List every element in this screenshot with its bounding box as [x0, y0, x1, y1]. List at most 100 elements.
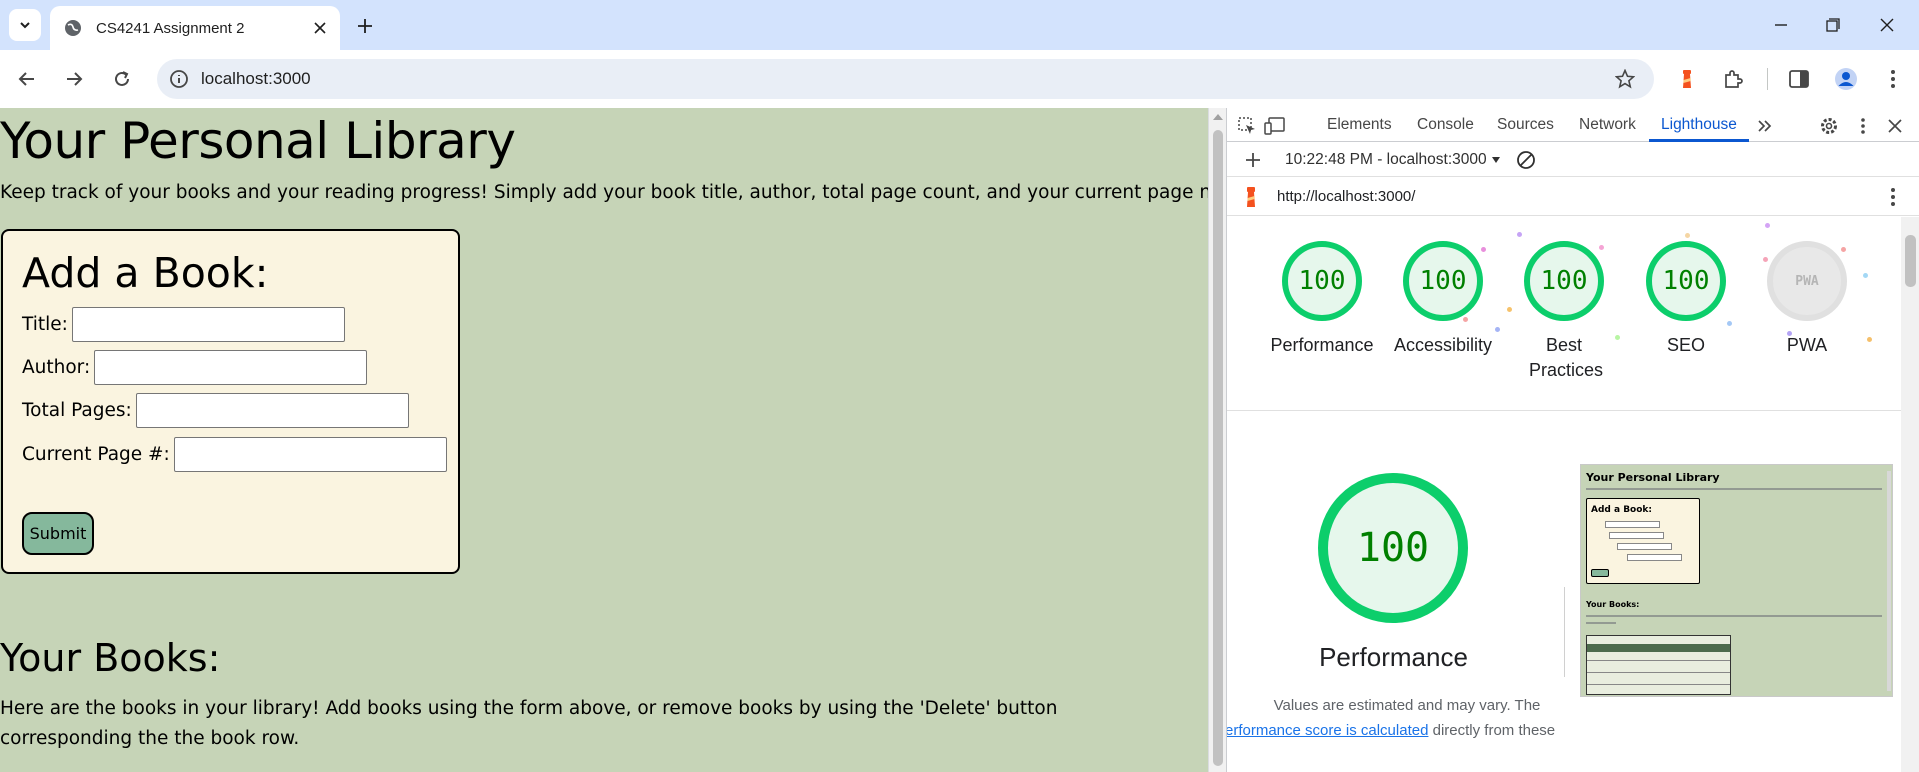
restore-button[interactable]: [1818, 10, 1848, 40]
current-page-label: Current Page #:: [22, 444, 170, 465]
thumbnail-input: [1609, 532, 1664, 539]
score-gauge: 100: [1403, 241, 1483, 321]
site-info-icon[interactable]: [169, 69, 189, 89]
score-label: Accessibility: [1393, 335, 1493, 355]
report-menu-icon[interactable]: [1881, 185, 1905, 209]
scroll-up-arrow-icon[interactable]: [1213, 114, 1223, 120]
side-panel-icon: [1789, 70, 1809, 88]
score-label: Best Practices: [1529, 335, 1604, 380]
pwa-badge-icon: PWA: [1767, 241, 1847, 321]
performance-gauge: 100: [1318, 473, 1468, 623]
page-title: Your Personal Library: [0, 112, 516, 170]
tab-lighthouse[interactable]: Lighthouse: [1661, 108, 1737, 142]
close-window-button[interactable]: [1872, 10, 1902, 40]
puzzle-icon: [1725, 70, 1743, 88]
new-report-plus-icon[interactable]: [1241, 148, 1265, 172]
confetti-dot: [1867, 337, 1872, 342]
title-input[interactable]: [71, 307, 345, 342]
bookmark-star-button[interactable]: [1610, 64, 1640, 94]
score-accessibility[interactable]: 100 Accessibility: [1388, 241, 1498, 358]
current-page-row: Current Page #:: [22, 437, 447, 472]
total-pages-row: Total Pages:: [22, 393, 409, 428]
thumbnail-input: [1605, 521, 1660, 528]
lighthouse-extension-button[interactable]: [1672, 64, 1702, 94]
thumbnail-table: [1586, 635, 1731, 695]
calc-note: erformance score is calculated directly …: [1227, 722, 1555, 739]
report-scrollbar-thumb[interactable]: [1905, 235, 1916, 287]
devtools-menu-icon[interactable]: [1851, 114, 1875, 138]
side-panel-button[interactable]: [1784, 64, 1814, 94]
submit-button[interactable]: Submit: [22, 512, 94, 555]
score-label: PWA: [1786, 335, 1828, 355]
total-pages-label: Total Pages:: [22, 400, 132, 421]
more-tabs-icon[interactable]: [1753, 114, 1777, 138]
score-performance[interactable]: 100 Performance: [1267, 241, 1377, 358]
chevron-down-icon: [20, 22, 30, 29]
report-url[interactable]: http://localhost:3000/: [1277, 188, 1415, 205]
confetti-dot: [1685, 233, 1690, 238]
tab-title: CS4241 Assignment 2: [96, 19, 245, 37]
score-gauge: 100: [1646, 241, 1726, 321]
calc-suffix: directly from these: [1432, 722, 1556, 739]
tab-close-icon[interactable]: [310, 18, 330, 38]
address-bar[interactable]: localhost:3000: [157, 59, 1654, 99]
thumbnail-input: [1627, 554, 1682, 561]
tab-search-button[interactable]: [9, 9, 41, 41]
author-row: Author:: [22, 350, 368, 385]
total-pages-input[interactable]: [135, 393, 409, 428]
score-gauge: 100: [1282, 241, 1362, 321]
current-page-input[interactable]: [173, 437, 447, 472]
back-button[interactable]: [12, 64, 42, 94]
forward-button[interactable]: [59, 64, 89, 94]
thumbnail-books-title: Your Books:: [1586, 600, 1640, 609]
score-best-practices[interactable]: 100 Best Practices: [1509, 241, 1619, 383]
forward-arrow-icon: [67, 72, 83, 86]
close-devtools-icon[interactable]: [1883, 114, 1907, 138]
books-description: Here are the books in your library! Add …: [0, 698, 1058, 749]
clear-reports-icon[interactable]: [1514, 148, 1538, 172]
report-session-select[interactable]: 10:22:48 PM - localhost:3000: [1285, 151, 1501, 169]
browser-menu-button[interactable]: [1878, 64, 1908, 94]
thumbnail-text-line: [1586, 615, 1882, 617]
device-toolbar-icon[interactable]: [1263, 114, 1287, 138]
close-icon: [1880, 18, 1894, 32]
score-calculated-link[interactable]: erformance score is calculated: [1227, 722, 1428, 739]
new-tab-button[interactable]: [351, 12, 379, 40]
confetti-dot: [1863, 273, 1868, 278]
author-input[interactable]: [94, 350, 368, 385]
vertical-divider: [1564, 587, 1565, 677]
performance-heading: Performance: [1319, 642, 1468, 672]
lighthouse-toolbar: 10:22:48 PM - localhost:3000: [1227, 143, 1919, 177]
lighthouse-logo-icon: [1239, 185, 1263, 209]
tab-elements[interactable]: Elements: [1327, 108, 1392, 142]
report-scrollbar[interactable]: [1901, 217, 1919, 772]
extensions-button[interactable]: [1718, 64, 1748, 94]
profile-button[interactable]: [1831, 64, 1861, 94]
score-gauge: 100: [1524, 241, 1604, 321]
kebab-menu-icon: [1891, 70, 1895, 88]
inspect-element-icon[interactable]: [1235, 114, 1259, 138]
tab-sources[interactable]: Sources: [1497, 108, 1554, 142]
thumbnail-scrollbar: [1887, 471, 1891, 691]
report-session-text: 10:22:48 PM - localhost:3000: [1285, 151, 1487, 168]
lighthouse-report: 100 Performance 100 Accessibility 100 Be…: [1227, 217, 1901, 772]
score-seo[interactable]: 100 SEO: [1631, 241, 1741, 358]
tab-console[interactable]: Console: [1417, 108, 1474, 142]
minimize-button[interactable]: [1766, 10, 1796, 40]
thumbnail-title: Your Personal Library: [1586, 471, 1720, 484]
globe-icon: [65, 20, 81, 36]
devtools-tab-bar: Elements Console Sources Network Lightho…: [1227, 108, 1919, 142]
browser-tab[interactable]: CS4241 Assignment 2: [50, 6, 340, 50]
toolbar-separator: [1767, 68, 1768, 90]
reload-button[interactable]: [107, 64, 137, 94]
page-scrollbar[interactable]: [1208, 108, 1226, 772]
title-label: Title:: [22, 314, 68, 335]
tab-network[interactable]: Network: [1579, 108, 1636, 142]
confetti-dot: [1765, 223, 1770, 228]
page-scrollbar-thumb[interactable]: [1213, 130, 1223, 766]
score-pwa[interactable]: PWA PWA: [1752, 241, 1862, 358]
lighthouse-icon: [1683, 70, 1691, 88]
avatar-icon: [1835, 68, 1857, 90]
page-screenshot-thumbnail[interactable]: Your Personal Library Add a Book: Your B…: [1580, 464, 1893, 697]
settings-gear-icon[interactable]: [1817, 114, 1841, 138]
